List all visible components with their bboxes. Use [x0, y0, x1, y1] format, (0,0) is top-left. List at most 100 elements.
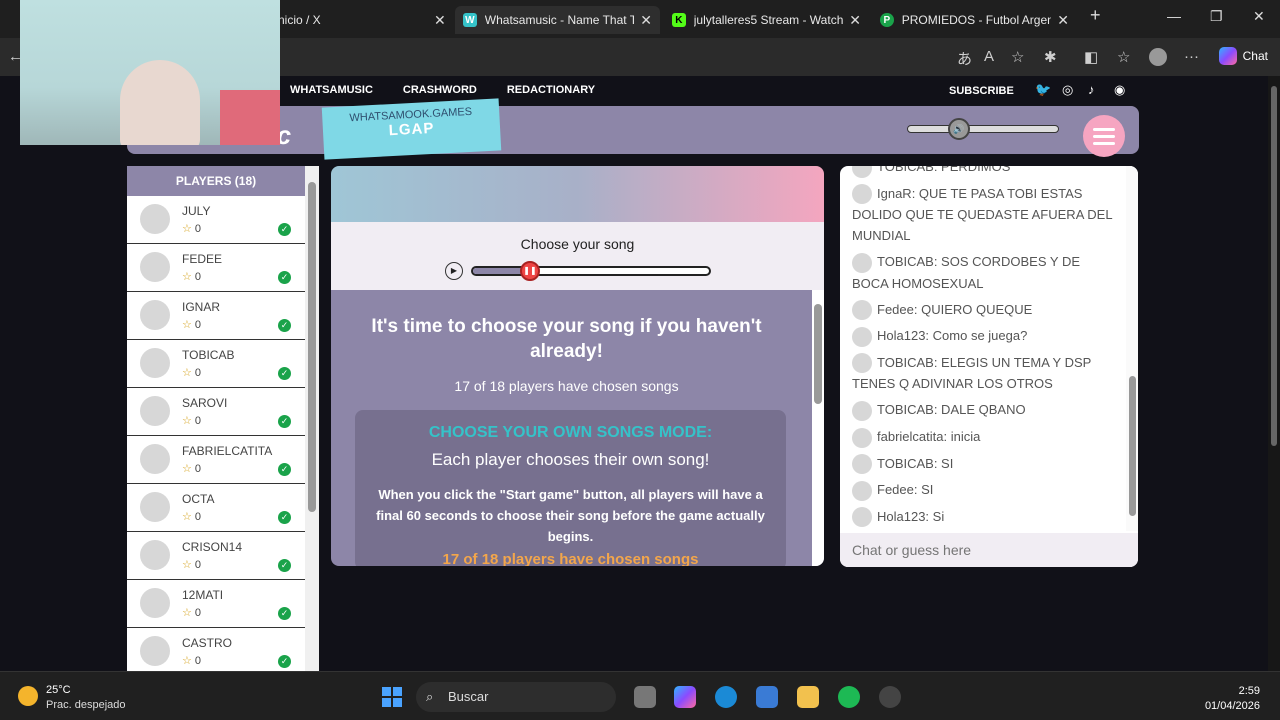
star-icon: ☆	[182, 463, 192, 475]
favorite-star-icon[interactable]: ☆	[1011, 48, 1024, 66]
player-score: ☆ 0	[182, 606, 201, 619]
chat-message: TOBICAB: SI	[852, 453, 1118, 475]
player-row: SAROVI ☆ 0 ✓	[127, 388, 305, 436]
translate-icon[interactable]: あ	[957, 48, 972, 69]
player-row: CASTRO ☆ 0 ✓	[127, 628, 305, 671]
player-row: IGNAR ☆ 0 ✓	[127, 292, 305, 340]
player-name: FABRIELCATITA	[182, 444, 273, 458]
speaker-icon[interactable]: 🔊	[948, 118, 970, 140]
players-panel: PLAYERS (18) JULY ☆ 0 ✓ FEDEE ☆ 0 ✓ IGNAR ☆ 0 ✓ TOBI…	[127, 166, 319, 671]
chat-message-text: Hola123: Si	[877, 508, 945, 524]
mode-description: When you click the "Start game" button, …	[376, 487, 765, 544]
chat-input[interactable]	[840, 533, 1138, 567]
copilot-chat-button[interactable]: Chat	[1218, 47, 1268, 65]
instagram-icon[interactable]: ◎	[1062, 82, 1073, 98]
copilot-app-icon[interactable]	[674, 686, 696, 708]
site-nav: WHATSAMUSIC CRASHWORD REDACTIONARY	[290, 84, 595, 96]
hamburger-menu-button[interactable]	[1083, 115, 1125, 157]
close-icon[interactable]: ✕	[1057, 12, 1069, 29]
players-scrollbar[interactable]	[305, 166, 319, 671]
chat-message: TOBICAB: PERDIMOS	[852, 166, 1118, 178]
favorites-icon[interactable]: ☆	[1117, 48, 1130, 66]
star-icon: ☆	[182, 367, 192, 379]
players-header: PLAYERS (18)	[127, 166, 305, 196]
discord-icon[interactable]: ◉	[1114, 82, 1125, 98]
spotify-icon[interactable]	[838, 686, 860, 708]
nav-crashword[interactable]: CRASHWORD	[403, 84, 477, 96]
chat-message-text: IgnaR: QUE TE PASA TOBI ESTAS DOLIDO QUE…	[852, 185, 1113, 244]
player-score: ☆ 0	[182, 222, 201, 235]
nav-redactionary[interactable]: REDACTIONARY	[507, 84, 595, 96]
check-icon: ✓	[278, 271, 291, 284]
song-panel: Choose your song ▶ ❚❚ It's time to choos…	[331, 166, 824, 566]
windows-start-icon[interactable]	[382, 687, 402, 707]
tab-promiedos[interactable]: P PROMIEDOS - Futbol Argentino ✕	[872, 6, 1077, 34]
close-icon[interactable]: ✕	[640, 12, 652, 29]
clock[interactable]: 2:59 01/04/2026	[1205, 684, 1260, 714]
chat-scrollbar[interactable]	[1126, 166, 1138, 531]
new-tab-icon[interactable]: +	[1090, 5, 1101, 26]
date: 01/04/2026	[1204, 700, 1260, 712]
player-name: TOBICAB	[182, 348, 235, 362]
close-icon[interactable]: ✕	[434, 12, 446, 29]
profile-avatar[interactable]	[1149, 48, 1167, 66]
player-row: JULY ☆ 0 ✓	[127, 196, 305, 244]
avatar	[852, 353, 872, 374]
obs-icon[interactable]	[879, 686, 901, 708]
score-value: 0	[194, 607, 201, 619]
tab-kick[interactable]: K julytalleres5 Stream - Watch Live ✕	[664, 6, 869, 34]
store-icon[interactable]	[756, 686, 778, 708]
play-icon[interactable]: ▶	[445, 262, 463, 280]
player-score: ☆ 0	[182, 510, 201, 523]
promiedos-favicon-icon: P	[880, 13, 894, 27]
minimize-icon[interactable]: —	[1167, 8, 1181, 24]
page-scrollbar[interactable]	[1268, 76, 1280, 671]
chat-message-text: fabrielcatita: inicia	[877, 428, 981, 444]
edge-icon[interactable]	[715, 686, 737, 708]
split-screen-icon[interactable]: ◧	[1084, 48, 1098, 66]
chat-message-text: Hola123: Como se juega?	[877, 328, 1028, 344]
volume-slider[interactable]: 🔊	[907, 118, 1059, 140]
check-icon: ✓	[278, 655, 291, 668]
tiktok-icon[interactable]: ♪	[1088, 82, 1095, 97]
avatar	[140, 204, 170, 234]
player-row: 12MATI ☆ 0 ✓	[127, 580, 305, 628]
close-window-icon[interactable]: ✕	[1253, 8, 1265, 25]
more-options-icon[interactable]: ···	[1184, 48, 1199, 65]
tab-x[interactable]: nicio / X ✕	[270, 6, 454, 34]
avatar	[140, 636, 170, 666]
star-icon: ☆	[182, 271, 192, 283]
subscribe-link[interactable]: SUBSCRIBE	[949, 85, 1014, 97]
star-icon: ☆	[182, 223, 192, 235]
file-explorer-icon[interactable]	[797, 686, 819, 708]
avatar	[140, 348, 170, 378]
taskbar-search[interactable]: ⌕ Buscar	[416, 682, 616, 712]
avatar	[140, 300, 170, 330]
chat-message: TOBICAB: DALE QBANO	[852, 399, 1118, 421]
read-aloud-icon[interactable]: A	[984, 48, 994, 65]
avatar	[140, 492, 170, 522]
avatar	[140, 252, 170, 282]
check-icon: ✓	[278, 319, 291, 332]
song-progress-slider[interactable]: ❚❚	[471, 261, 711, 281]
star-icon: ☆	[182, 511, 192, 523]
score-value: 0	[194, 271, 201, 283]
temperature: 25°C	[46, 684, 71, 696]
score-value: 0	[194, 655, 201, 667]
restore-icon[interactable]: ❐	[1210, 8, 1223, 25]
star-icon: ☆	[182, 559, 192, 571]
extensions-icon[interactable]: ✱	[1044, 48, 1057, 66]
nav-whatsamusic[interactable]: WHATSAMUSIC	[290, 84, 373, 96]
task-view-icon[interactable]	[634, 686, 656, 708]
pause-icon[interactable]: ❚❚	[520, 261, 540, 281]
info-scrollbar[interactable]	[812, 290, 824, 566]
star-icon: ☆	[182, 655, 192, 667]
avatar	[852, 507, 872, 528]
chat-message: Fedee: QUIERO QUEQUE	[852, 299, 1118, 321]
avatar	[140, 444, 170, 474]
tab-whatsamusic[interactable]: W Whatsamusic - Name That Tune ✕	[455, 6, 660, 34]
twitter-icon[interactable]: 🐦	[1035, 82, 1051, 98]
close-icon[interactable]: ✕	[849, 12, 861, 29]
star-icon: ☆	[182, 319, 192, 331]
chosen-count: 17 of 18 players have chosen songs	[454, 378, 679, 394]
